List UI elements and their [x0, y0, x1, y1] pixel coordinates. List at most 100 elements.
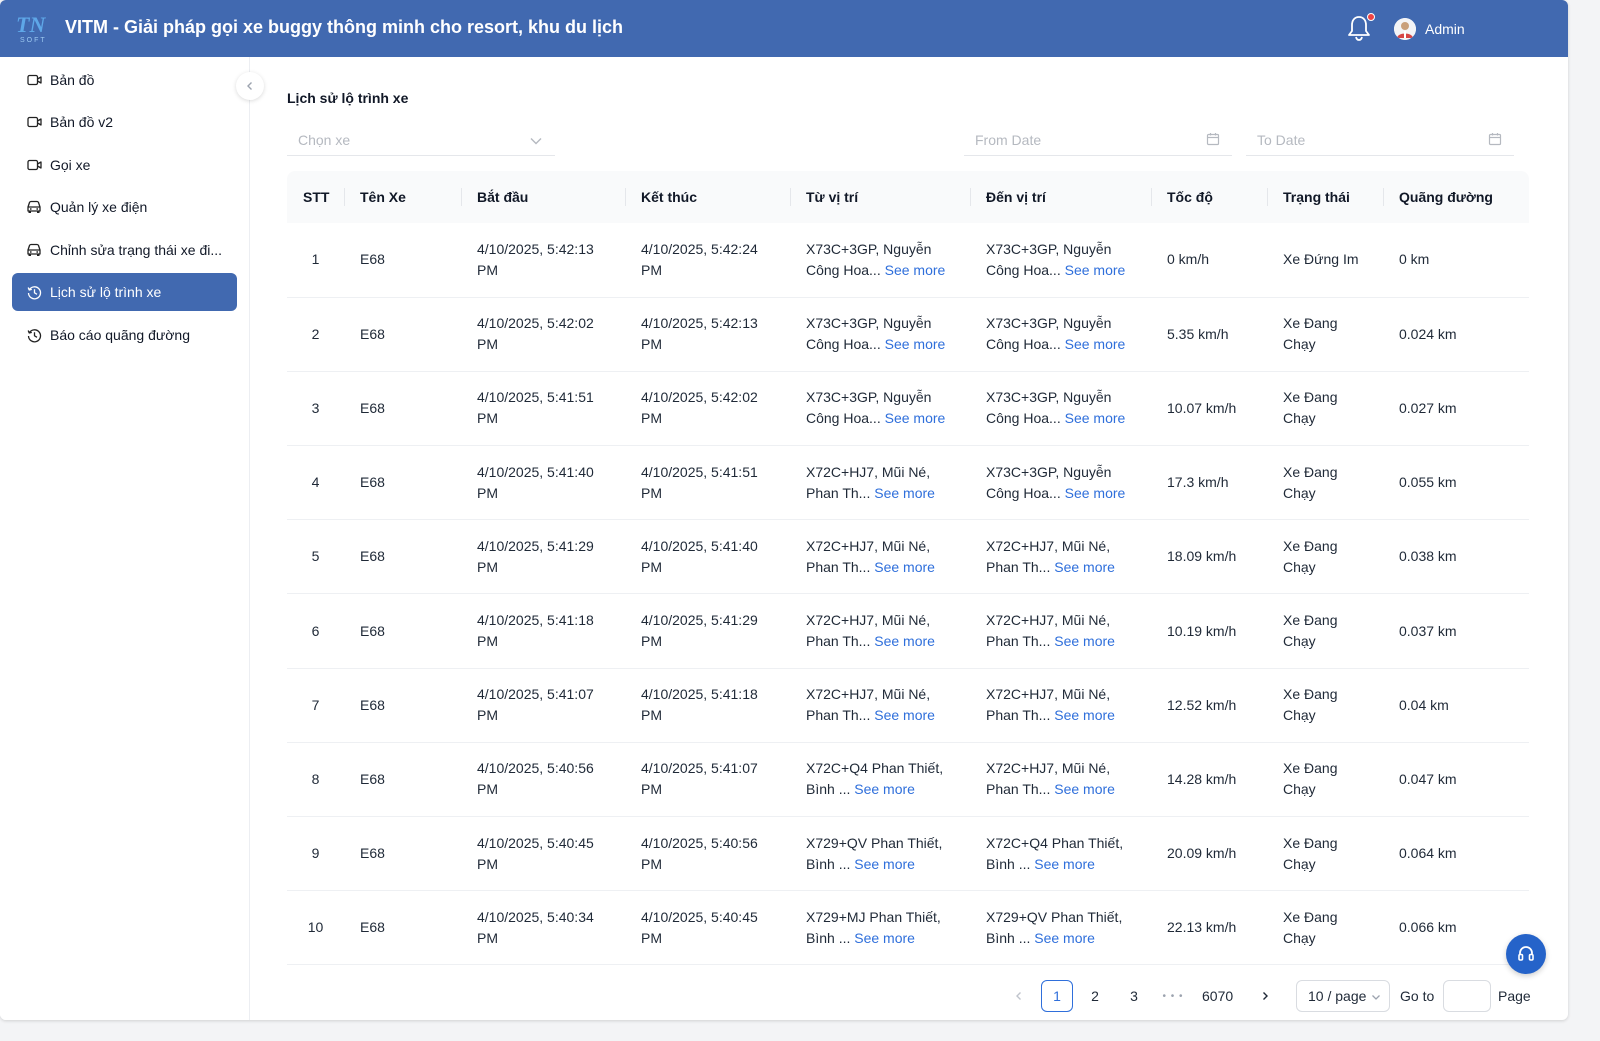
see-more-link[interactable]: See more [885, 336, 946, 352]
vehicle-select[interactable]: Chọn xe [287, 124, 555, 156]
cell-from-location: X72C+HJ7, Mũi Né, Phan Th... See more [790, 668, 970, 742]
see-more-link[interactable]: See more [885, 410, 946, 426]
cell-speed: 20.09 km/h [1167, 845, 1237, 862]
see-more-link[interactable]: See more [1034, 856, 1095, 872]
see-more-link[interactable]: See more [1034, 930, 1095, 946]
cell-from-location: X73C+3GP, Nguyễn Công Hoa... See more [790, 297, 970, 371]
see-more-link[interactable]: See more [1065, 262, 1126, 278]
next-page-button[interactable] [1249, 980, 1281, 1012]
sidebar-item-route-history[interactable]: Lịch sử lộ trình xe [12, 273, 237, 311]
column-header-speed: Tốc độ [1151, 171, 1267, 223]
cell-start-time: 4/10/2025, 5:40:45 PM [477, 834, 594, 872]
see-more-link[interactable]: See more [854, 856, 915, 872]
cell-start-time: 4/10/2025, 5:41:07 PM [477, 686, 594, 724]
column-header-start: Bắt đầu [461, 171, 625, 223]
cell-distance: 0.055 km [1399, 474, 1457, 491]
sidebar-item-map-v2[interactable]: Bản đồ v2 [12, 103, 237, 141]
sidebar-item-distance-report[interactable]: Báo cáo quãng đường [12, 316, 237, 354]
from-date-placeholder: From Date [975, 131, 1042, 148]
from-date-picker[interactable]: From Date [964, 124, 1232, 156]
cell-speed: 5.35 km/h [1167, 325, 1229, 342]
page-button-1[interactable]: 1 [1041, 980, 1073, 1012]
cell-from-location: X73C+3GP, Nguyễn Công Hoa... See more [790, 223, 970, 297]
see-more-link[interactable]: See more [854, 930, 915, 946]
sidebar-item-call-car[interactable]: Gọi xe [12, 146, 237, 184]
cell-stt: 1 [311, 251, 320, 268]
see-more-link[interactable]: See more [874, 707, 935, 723]
chevron-down-icon [1372, 995, 1380, 1000]
cell-status: Xe Đang Chạy [1283, 463, 1338, 501]
cell-stt: 4 [311, 474, 320, 491]
page-button-last[interactable]: 6070 [1198, 980, 1237, 1012]
see-more-link[interactable]: See more [1065, 336, 1126, 352]
see-more-link[interactable]: See more [874, 485, 935, 501]
page-button-3[interactable]: 3 [1118, 980, 1150, 1012]
cell-speed: 10.19 km/h [1167, 622, 1237, 639]
vehicle-select-placeholder: Chọn xe [298, 131, 351, 148]
cell-from-location: X729+QV Phan Thiết, Bình ... See more [790, 817, 970, 891]
to-date-placeholder: To Date [1257, 131, 1306, 148]
cell-start-time: 4/10/2025, 5:41:29 PM [477, 537, 594, 575]
cell-stt: 5 [311, 548, 320, 565]
cell-start-time: 4/10/2025, 5:41:40 PM [477, 463, 594, 501]
table-row: 4 E68 4/10/2025, 5:41:40 PM 4/10/2025, 5:41… [287, 446, 1529, 520]
see-more-link[interactable]: See more [885, 262, 946, 278]
company-logo: TN SOFT [16, 12, 46, 44]
page-title: Lịch sử lộ trình xe [287, 90, 409, 106]
cell-end-time: 4/10/2025, 5:40:45 PM [641, 908, 758, 946]
to-date-picker[interactable]: To Date [1246, 124, 1514, 156]
cell-distance: 0.038 km [1399, 548, 1457, 565]
user-avatar[interactable] [1394, 18, 1416, 40]
goto-page-input[interactable] [1443, 980, 1491, 1012]
see-more-link[interactable]: See more [1054, 633, 1115, 649]
cell-speed: 12.52 km/h [1167, 696, 1237, 713]
cell-to-location: X73C+3GP, Nguyễn Công Hoa... See more [970, 297, 1151, 371]
see-more-link[interactable]: See more [1065, 410, 1126, 426]
table-row: 7 E68 4/10/2025, 5:41:07 PM 4/10/2025, 5:41… [287, 668, 1529, 743]
cell-vehicle-name: E68 [360, 325, 385, 342]
table-row: 3 E68 4/10/2025, 5:41:51 PM 4/10/2025, 5:42… [287, 371, 1529, 446]
see-more-link[interactable]: See more [854, 781, 915, 797]
support-chat-button[interactable] [1506, 934, 1546, 974]
cell-stt: 2 [311, 325, 320, 342]
cell-from-location: X72C+HJ7, Mũi Né, Phan Th... See more [790, 520, 970, 594]
cell-speed: 22.13 km/h [1167, 919, 1237, 936]
cell-start-time: 4/10/2025, 5:40:56 PM [477, 760, 594, 798]
see-more-link[interactable]: See more [874, 633, 935, 649]
cell-start-time: 4/10/2025, 5:41:18 PM [477, 612, 594, 650]
cell-end-time: 4/10/2025, 5:42:02 PM [641, 389, 758, 427]
user-name[interactable]: Admin [1425, 21, 1465, 37]
cell-status: Xe Đang Chạy [1283, 389, 1338, 427]
car-icon [26, 242, 42, 258]
table-row: 9 E68 4/10/2025, 5:40:45 PM 4/10/2025, 5:40… [287, 817, 1529, 891]
sidebar-item-manage-ev[interactable]: Quản lý xe điện [12, 188, 237, 226]
notification-dot [1367, 13, 1375, 21]
video-icon [26, 114, 42, 130]
cell-to-location: X72C+HJ7, Mũi Né, Phan Th... See more [970, 742, 1151, 816]
cell-to-location: X72C+Q4 Phan Thiết, Bình ... See more [970, 817, 1151, 891]
cell-status: Xe Đứng Im [1283, 251, 1359, 268]
sidebar-item-edit-status[interactable]: Chỉnh sửa trạng thái xe đi... [12, 231, 237, 269]
see-more-link[interactable]: See more [1054, 559, 1115, 575]
see-more-link[interactable]: See more [1054, 781, 1115, 797]
cell-vehicle-name: E68 [360, 474, 385, 491]
see-more-link[interactable]: See more [1054, 707, 1115, 723]
see-more-link[interactable]: See more [874, 559, 935, 575]
cell-end-time: 4/10/2025, 5:41:40 PM [641, 537, 758, 575]
page-ellipsis[interactable]: • • • [1157, 980, 1189, 1012]
cell-end-time: 4/10/2025, 5:42:24 PM [641, 240, 758, 278]
prev-page-button[interactable] [1003, 980, 1035, 1012]
page-button-2[interactable]: 2 [1079, 980, 1111, 1012]
cell-speed: 0 km/h [1167, 251, 1210, 268]
sidebar-item-label: Bản đồ v2 [50, 114, 114, 130]
page-size-value: 10 / page [1308, 988, 1367, 1004]
sidebar-item-map[interactable]: Bản đồ [12, 61, 237, 99]
cell-vehicle-name: E68 [360, 696, 385, 713]
column-header-from-location: Từ vị trí [790, 171, 970, 223]
sidebar-collapse-button[interactable] [236, 72, 264, 100]
cell-stt: 6 [311, 622, 320, 639]
page-size-select[interactable]: 10 / page [1296, 980, 1390, 1012]
cell-vehicle-name: E68 [360, 622, 385, 639]
see-more-link[interactable]: See more [1065, 485, 1126, 501]
history-icon [26, 327, 42, 343]
